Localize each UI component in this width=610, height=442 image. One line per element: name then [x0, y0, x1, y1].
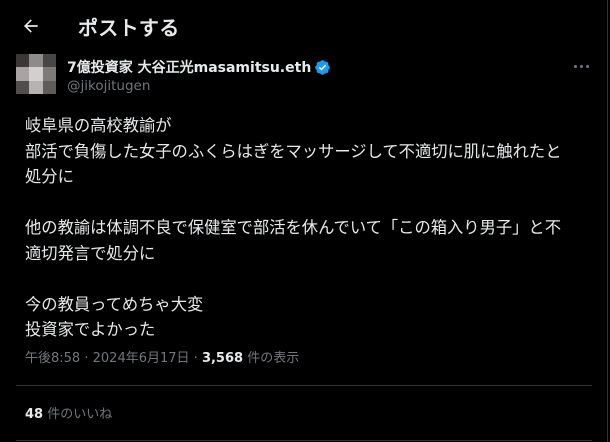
divider [16, 385, 592, 386]
tweet-line: 今の教員ってめちゃ大変 [25, 294, 204, 314]
back-arrow-icon [24, 19, 38, 33]
page-header: ポストする [0, 0, 608, 52]
tweet-line: 部活で負傷した女子のふくらはぎをマッサージして不適切に肌に触れたと [25, 141, 562, 161]
verified-badge-icon [314, 59, 331, 76]
meta-separator: · [193, 351, 198, 366]
likes-link[interactable]: 48 件のいいね [25, 403, 112, 422]
tweet-line: 処分に [25, 167, 74, 186]
more-dots-icon [573, 64, 577, 68]
more-options-button[interactable] [566, 56, 596, 76]
author-name-row[interactable]: 7億投資家 大谷正光masamitsu.eth [67, 57, 331, 77]
tweet-meta: 午後8:58 · 2024年6月17日 · 3,568 件の表示 [25, 347, 299, 366]
tweet-line: 岐阜県の高校教諭が [25, 116, 172, 135]
likes-count: 48 [25, 407, 44, 422]
avatar[interactable] [16, 54, 56, 94]
page-title: ポストする [78, 16, 180, 40]
views-count: 3,568 [201, 351, 244, 366]
author-display-name[interactable]: 7億投資家 大谷正光masamitsu.eth [67, 57, 311, 77]
author-handle[interactable]: @jikojitugen [67, 78, 150, 94]
tweet-text: 岐阜県の高校教諭が 部活で負傷した女子のふくらはぎをマッサージして不適切に肌に触… [25, 113, 595, 343]
tweet-line: 投資家でよかった [25, 320, 156, 339]
back-button[interactable] [14, 9, 48, 43]
divider [16, 440, 592, 441]
tweet-date[interactable]: 2024年6月17日 [93, 351, 190, 366]
tweet-time[interactable]: 午後8:58 [25, 351, 80, 366]
tweet-line-gap [25, 266, 595, 292]
tweet-line-gap [25, 190, 595, 216]
post-detail-panel: ポストする 7億投資家 大谷正光masamitsu.eth @jikojitug… [0, 0, 608, 442]
likes-label: 件のいいね [47, 407, 113, 422]
views-label: 件の表示 [247, 351, 300, 366]
tweet-line: 適切発言で処分に [25, 243, 156, 263]
tweet-line: 他の教諭は体調不良で保健室で部活を休んでいて「この箱入り男子」と不 [25, 218, 561, 237]
meta-separator: · [84, 351, 89, 366]
